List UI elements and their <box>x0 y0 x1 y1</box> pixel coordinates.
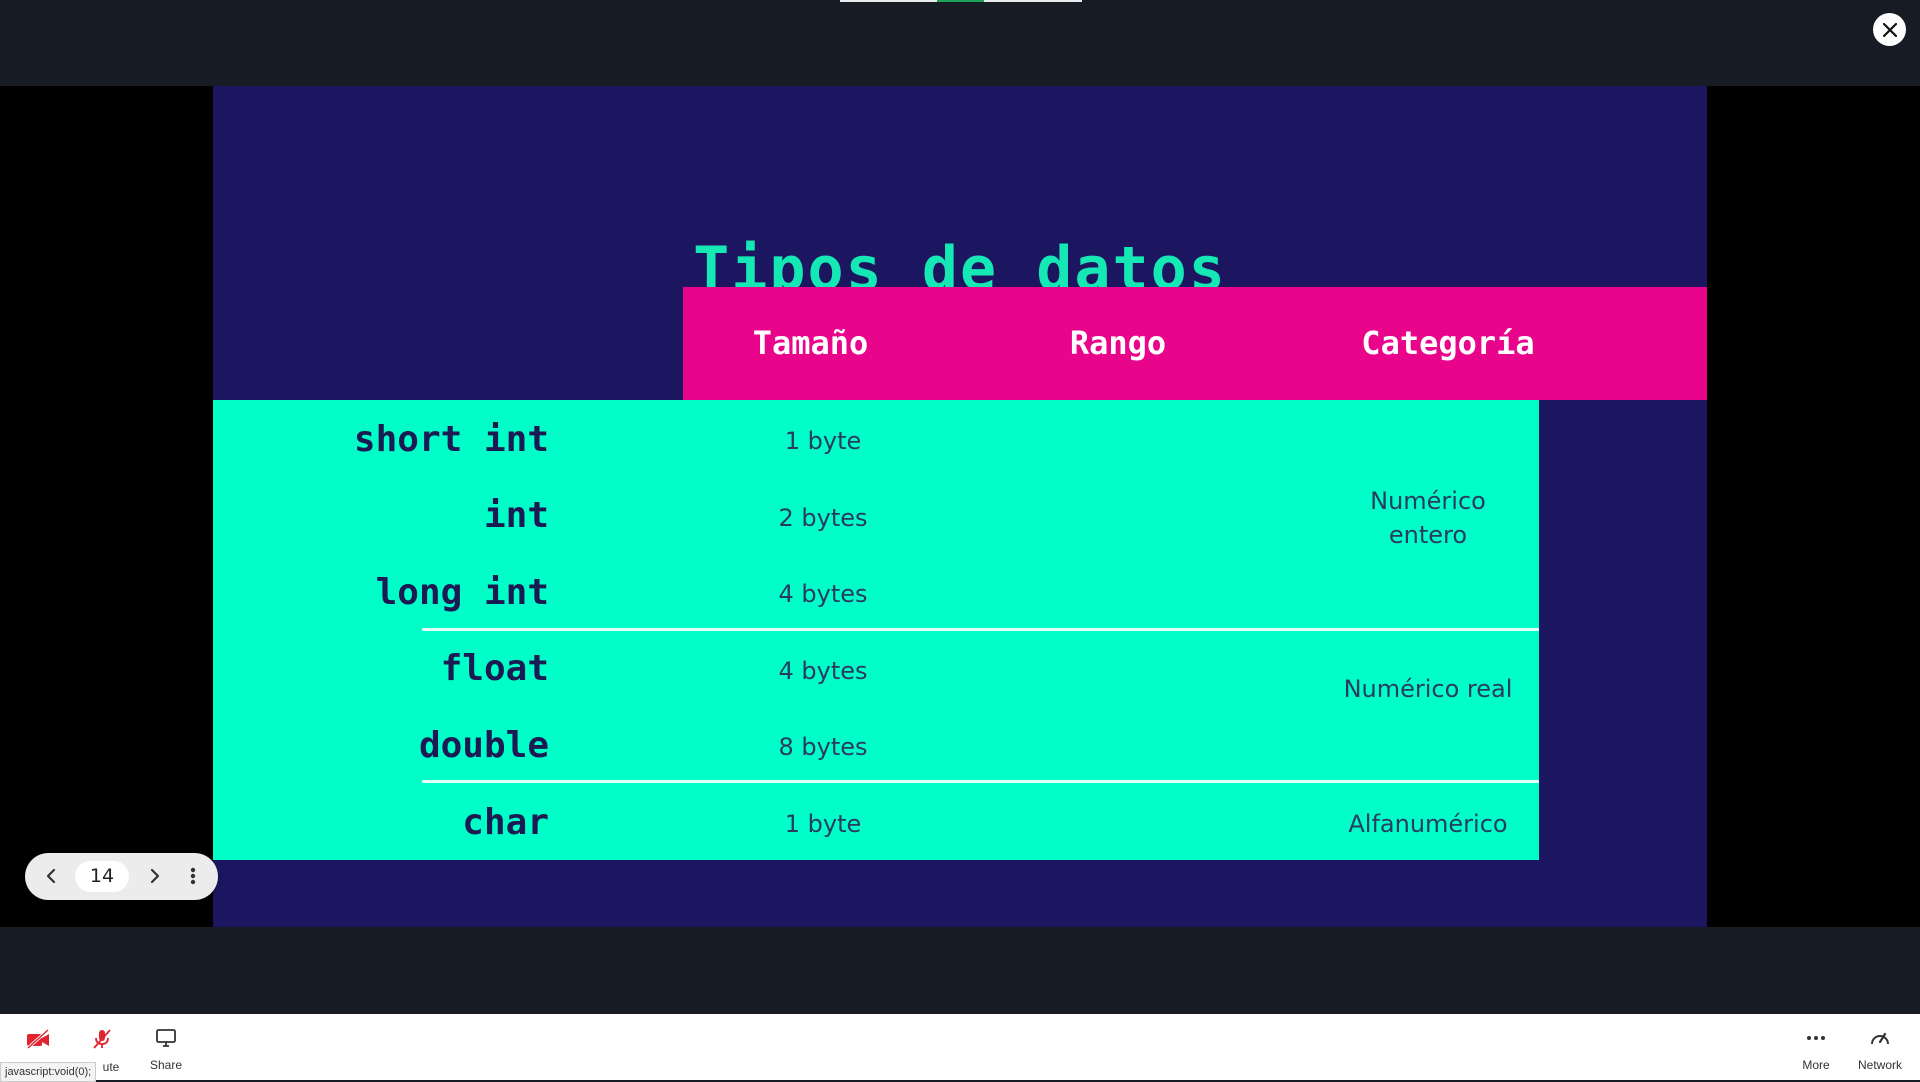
stop-video-button[interactable] <box>6 1028 70 1054</box>
close-icon <box>1882 22 1897 37</box>
table-body: short int 1 byte int 2 bytes long int 4 … <box>213 400 1539 860</box>
close-button[interactable] <box>1873 13 1906 46</box>
size-short-int: 1 byte <box>784 427 862 455</box>
monitor-icon <box>156 1029 176 1047</box>
type-name-int: int <box>483 495 549 536</box>
status-bar-url: javascript:void(0); <box>0 1062 97 1082</box>
type-name-long-int: long int <box>375 572 549 613</box>
slide-pager: 14 <box>25 853 218 900</box>
category-real: Numérico real <box>1343 675 1513 703</box>
more-button[interactable]: More <box>1784 1028 1848 1072</box>
top-progress-accent <box>937 0 984 2</box>
video-off-icon <box>26 1028 50 1050</box>
column-header-range: Rango <box>1069 324 1167 362</box>
type-name-short-int: short int <box>353 419 549 460</box>
category-integer-line1: Numérico <box>1370 487 1486 515</box>
microphone-off-icon <box>93 1029 111 1049</box>
size-double: 8 bytes <box>778 733 868 761</box>
category-alphanumeric: Alfanumérico <box>1348 810 1508 838</box>
meeting-toolbar: ute Share More Network <box>0 1014 1920 1080</box>
slide: Tipos de datos Tamaño Rango Categoría sh… <box>213 86 1707 927</box>
share-label: Share <box>149 1058 183 1072</box>
more-label: More <box>1802 1058 1830 1072</box>
more-horizontal-icon <box>1807 1036 1825 1040</box>
table-header: Tamaño Rango Categoría <box>683 287 1707 400</box>
type-name-double: double <box>418 725 549 766</box>
next-slide-button[interactable] <box>140 861 170 891</box>
size-long-int: 4 bytes <box>778 580 868 608</box>
type-name-float: float <box>440 648 549 689</box>
network-button[interactable]: Network <box>1848 1028 1912 1072</box>
group-divider <box>422 628 1539 631</box>
more-vertical-icon <box>190 867 196 885</box>
pager-menu-button[interactable] <box>178 861 208 891</box>
speedometer-icon <box>1871 1032 1889 1045</box>
page-number[interactable]: 14 <box>75 861 129 892</box>
column-header-category: Categoría <box>1361 324 1535 362</box>
top-progress-bar <box>840 0 1082 2</box>
group-divider <box>422 780 1539 783</box>
previous-slide-button[interactable] <box>36 861 66 891</box>
type-name-char: char <box>462 802 549 843</box>
chevron-left-icon <box>46 868 56 884</box>
size-float: 4 bytes <box>778 657 868 685</box>
share-button[interactable]: Share <box>134 1028 198 1072</box>
size-int: 2 bytes <box>778 504 868 532</box>
category-integer-line2: entero <box>1388 521 1468 549</box>
chevron-right-icon <box>150 868 160 884</box>
size-char: 1 byte <box>784 810 862 838</box>
network-label: Network <box>1857 1058 1902 1072</box>
category-integer: Numérico entero <box>1323 484 1533 552</box>
column-header-size: Tamaño <box>752 324 869 362</box>
